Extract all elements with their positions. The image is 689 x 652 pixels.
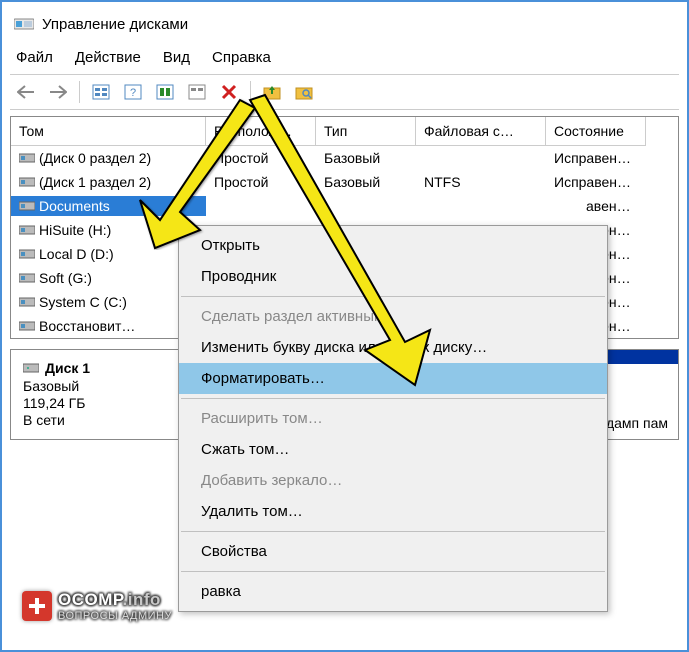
cm-separator	[181, 398, 605, 399]
menu-help[interactable]: Справка	[212, 49, 271, 66]
col-layout[interactable]: Располож…	[206, 117, 316, 146]
titlebar: Управление дисками	[10, 10, 679, 39]
svg-text:?: ?	[130, 87, 136, 99]
settings-icon[interactable]	[183, 79, 211, 105]
nav-back-icon[interactable]	[12, 79, 40, 105]
table-row-selected[interactable]: Documents авен…	[11, 194, 678, 218]
toolbar-separator	[250, 81, 251, 103]
volume-icon	[19, 200, 35, 212]
table-header: Том Располож… Тип Файловая с… Состояние	[11, 117, 678, 146]
menu-action[interactable]: Действие	[75, 49, 141, 66]
watermark-suffix: .info	[123, 590, 161, 609]
cm-separator	[181, 296, 605, 297]
watermark: OCOMP.info ВОПРОСЫ АДМИНУ	[22, 590, 172, 622]
folder-up-icon[interactable]	[258, 79, 286, 105]
toolbar-separator	[79, 81, 80, 103]
volume-icon	[19, 176, 35, 188]
cm-separator	[181, 571, 605, 572]
volume-icon	[19, 272, 35, 284]
watermark-sub: ВОПРОСЫ АДМИНУ	[58, 610, 172, 622]
watermark-brand: OCOMP	[58, 590, 123, 609]
menubar: Файл Действие Вид Справка	[10, 39, 679, 74]
window-title: Управление дисками	[42, 16, 188, 33]
volume-icon	[19, 152, 35, 164]
refresh-icon[interactable]	[151, 79, 179, 105]
cm-shrink[interactable]: Сжать том…	[179, 434, 607, 465]
toolbar: ?	[10, 74, 679, 110]
col-volume[interactable]: Том	[11, 117, 206, 146]
cm-open[interactable]: Открыть	[179, 230, 607, 261]
volume-icon	[19, 224, 35, 236]
volume-icon	[19, 248, 35, 260]
cm-format[interactable]: Форматировать…	[179, 363, 607, 394]
app-icon	[14, 17, 34, 33]
col-type[interactable]: Тип	[316, 117, 416, 146]
context-menu: Открыть Проводник Сделать раздел активны…	[178, 225, 608, 612]
nav-forward-icon[interactable]	[44, 79, 72, 105]
col-status[interactable]: Состояние	[546, 117, 646, 146]
delete-icon[interactable]	[215, 79, 243, 105]
col-filesystem[interactable]: Файловая с…	[416, 117, 546, 146]
table-row[interactable]: (Диск 1 раздел 2) Простой Базовый NTFS И…	[11, 170, 678, 194]
folder-search-icon[interactable]	[290, 79, 318, 105]
disk-title: Диск 1	[45, 360, 90, 376]
cm-make-active: Сделать раздел активным	[179, 301, 607, 332]
menu-view[interactable]: Вид	[163, 49, 190, 66]
menu-file[interactable]: Файл	[16, 49, 53, 66]
cm-separator	[181, 531, 605, 532]
disk-tail-text: дамп пам	[606, 415, 668, 431]
cm-properties[interactable]: Свойства	[179, 536, 607, 567]
cm-explorer[interactable]: Проводник	[179, 261, 607, 292]
volume-icon	[19, 320, 35, 332]
watermark-plus-icon	[22, 591, 52, 621]
cm-change-letter[interactable]: Изменить букву диска или путь к диску…	[179, 332, 607, 363]
partition-bar[interactable]	[598, 350, 678, 364]
view-list-icon[interactable]	[87, 79, 115, 105]
cm-mirror: Добавить зеркало…	[179, 465, 607, 496]
table-row[interactable]: (Диск 0 раздел 2) Простой Базовый Исправ…	[11, 146, 678, 170]
disk-icon	[23, 362, 39, 374]
help-icon[interactable]: ?	[119, 79, 147, 105]
cm-help[interactable]: равка	[179, 576, 607, 607]
cm-extend: Расширить том…	[179, 403, 607, 434]
cm-delete[interactable]: Удалить том…	[179, 496, 607, 527]
volume-icon	[19, 296, 35, 308]
